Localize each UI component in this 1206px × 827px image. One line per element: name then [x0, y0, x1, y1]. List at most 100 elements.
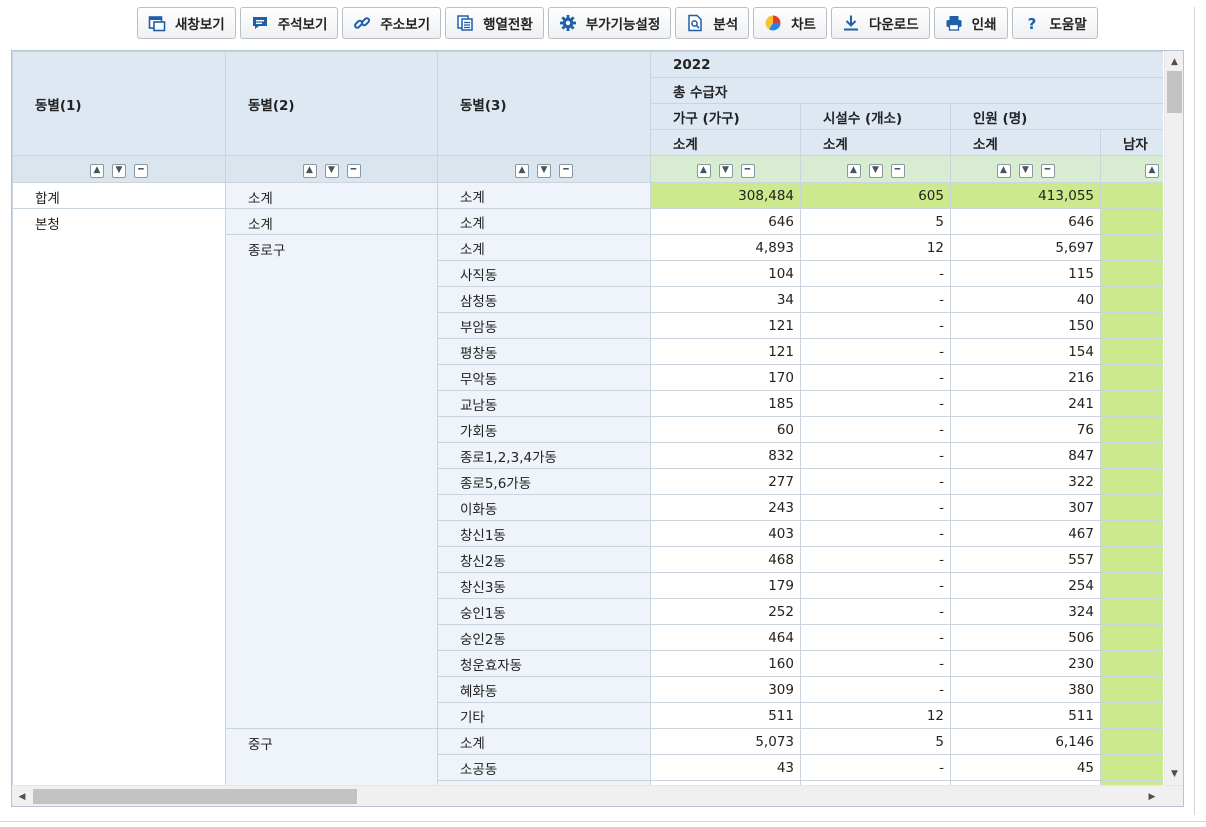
value-cell: 380: [950, 676, 1101, 703]
toolbar-button-label: 분석: [713, 17, 739, 33]
sort-desc-icon[interactable]: ▼: [868, 163, 883, 178]
row-label-level3: 소계: [437, 208, 651, 235]
row-label-level3: 창신2동: [437, 546, 651, 573]
value-cell: 115: [950, 260, 1101, 287]
horizontal-scrollbar[interactable]: ◀ ▶: [12, 785, 1183, 806]
value-cell: -: [800, 338, 951, 365]
row-header-2: 동별(2): [225, 51, 438, 156]
value-cell: 6,146: [950, 728, 1101, 755]
toolbar-button-label: 부가기능설정: [585, 17, 661, 33]
value-cell: 403: [650, 520, 801, 547]
analysis-button[interactable]: 분석: [675, 7, 750, 39]
value-cell: 252: [650, 598, 801, 625]
row-label-level3: 교남동: [437, 390, 651, 417]
col-header-leaf-2: 소계: [800, 129, 951, 156]
value-cell: 60: [650, 416, 801, 443]
value-cell: -: [800, 754, 951, 781]
pie-chart-icon: [763, 13, 783, 33]
value-cell: 179: [650, 572, 801, 599]
value-cell-partial: [1099, 416, 1163, 443]
value-cell: 121: [650, 312, 801, 339]
row-label-level3: 삼청동: [437, 286, 651, 313]
download-button[interactable]: 다운로드: [830, 7, 930, 39]
col-header-leaf-3: 소계: [950, 129, 1101, 156]
new-window-button[interactable]: 새창보기: [137, 7, 236, 39]
value-cell-partial: [1099, 624, 1163, 651]
vertical-scrollbar[interactable]: ▲ ▼: [1164, 51, 1183, 785]
value-cell: 506: [950, 624, 1101, 651]
row-label-level1: 합계: [12, 182, 226, 209]
sort-asc-icon[interactable]: ▲: [515, 163, 529, 178]
horizontal-scroll-thumb[interactable]: [33, 789, 357, 804]
sort-desc-icon[interactable]: ▼: [112, 163, 126, 178]
comment-button[interactable]: 주석보기: [239, 7, 339, 39]
collapse-icon[interactable]: ━: [559, 163, 573, 178]
collapse-icon[interactable]: ━: [890, 163, 905, 178]
link-button[interactable]: 주소보기: [342, 7, 442, 39]
sort-desc-icon[interactable]: ▼: [537, 163, 551, 178]
print-button[interactable]: 인쇄: [933, 7, 1008, 39]
row-label-level3: 혜화동: [437, 676, 651, 703]
sort-asc-icon[interactable]: ▲: [302, 163, 317, 178]
value-cell: 43: [650, 754, 801, 781]
pivot-button[interactable]: 행열전환: [445, 7, 544, 39]
vertical-scroll-thumb[interactable]: [1167, 71, 1182, 113]
col-header-group: 총 수급자: [649, 77, 1163, 104]
value-cell-partial: [1099, 520, 1163, 547]
sort-desc-icon[interactable]: ▼: [1018, 163, 1033, 178]
collapse-icon[interactable]: ━: [740, 163, 755, 178]
row-label-level3: 부암동: [437, 312, 651, 339]
collapse-icon[interactable]: ━: [1040, 163, 1055, 178]
help-button[interactable]: ? 도움말: [1011, 7, 1098, 39]
print-icon: [944, 13, 964, 33]
sort-asc-icon[interactable]: ▲: [846, 163, 861, 178]
value-cell: 511: [650, 702, 801, 729]
value-cell: 646: [650, 208, 801, 235]
pivot-icon: [455, 13, 475, 33]
row-label-level1: 본청: [12, 208, 226, 785]
value-cell: 40: [950, 286, 1101, 313]
sort-asc-icon[interactable]: ▲: [996, 163, 1011, 178]
column-controls: ▲ ▼ ━: [950, 155, 1101, 183]
scroll-left-icon[interactable]: ◀: [12, 786, 32, 806]
value-cell: 847: [950, 442, 1101, 469]
value-cell-partial: [1099, 598, 1163, 625]
row-label-level2: 중구: [225, 728, 438, 785]
row-label-level3: 소계: [437, 234, 651, 261]
value-cell-partial: [1099, 676, 1163, 703]
sort-asc-icon[interactable]: ▲: [1145, 163, 1159, 178]
value-cell: 121: [650, 338, 801, 365]
column-controls: ▲ ▼ ━: [12, 155, 226, 183]
collapse-icon[interactable]: ━: [346, 163, 361, 178]
scroll-down-icon[interactable]: ▼: [1165, 765, 1183, 783]
row-label-level3: 청운효자동: [437, 650, 651, 677]
row-label-level3: 창신1동: [437, 520, 651, 547]
download-icon: [841, 13, 861, 33]
gear-button[interactable]: 부가기능설정: [547, 7, 672, 39]
sort-asc-icon[interactable]: ▲: [696, 163, 711, 178]
row-label-level3: 기타: [437, 702, 651, 729]
row-label-level3: 소공동: [437, 754, 651, 781]
value-cell-partial: [1099, 728, 1163, 755]
link-icon: [352, 13, 372, 33]
sort-asc-icon[interactable]: ▲: [90, 163, 104, 178]
row-label-level3: 창신3동: [437, 572, 651, 599]
sort-desc-icon[interactable]: ▼: [324, 163, 339, 178]
value-cell: 557: [950, 546, 1101, 573]
row-label-level3: 평창동: [437, 338, 651, 365]
col-header-households: 가구 (가구): [650, 103, 801, 130]
value-cell: 511: [950, 702, 1101, 729]
row-label-level3: 가회동: [437, 416, 651, 443]
value-cell: 185: [650, 390, 801, 417]
value-cell: 277: [650, 468, 801, 495]
value-cell: -: [800, 650, 951, 677]
value-cell: 34: [650, 286, 801, 313]
scroll-up-icon[interactable]: ▲: [1165, 53, 1183, 71]
value-cell-partial: [1099, 234, 1163, 261]
sort-desc-icon[interactable]: ▼: [718, 163, 733, 178]
value-cell: 160: [650, 650, 801, 677]
pie-chart-button[interactable]: 차트: [753, 7, 827, 39]
collapse-icon[interactable]: ━: [134, 163, 148, 178]
scroll-right-icon[interactable]: ▶: [1142, 786, 1162, 806]
value-cell: 154: [950, 338, 1101, 365]
